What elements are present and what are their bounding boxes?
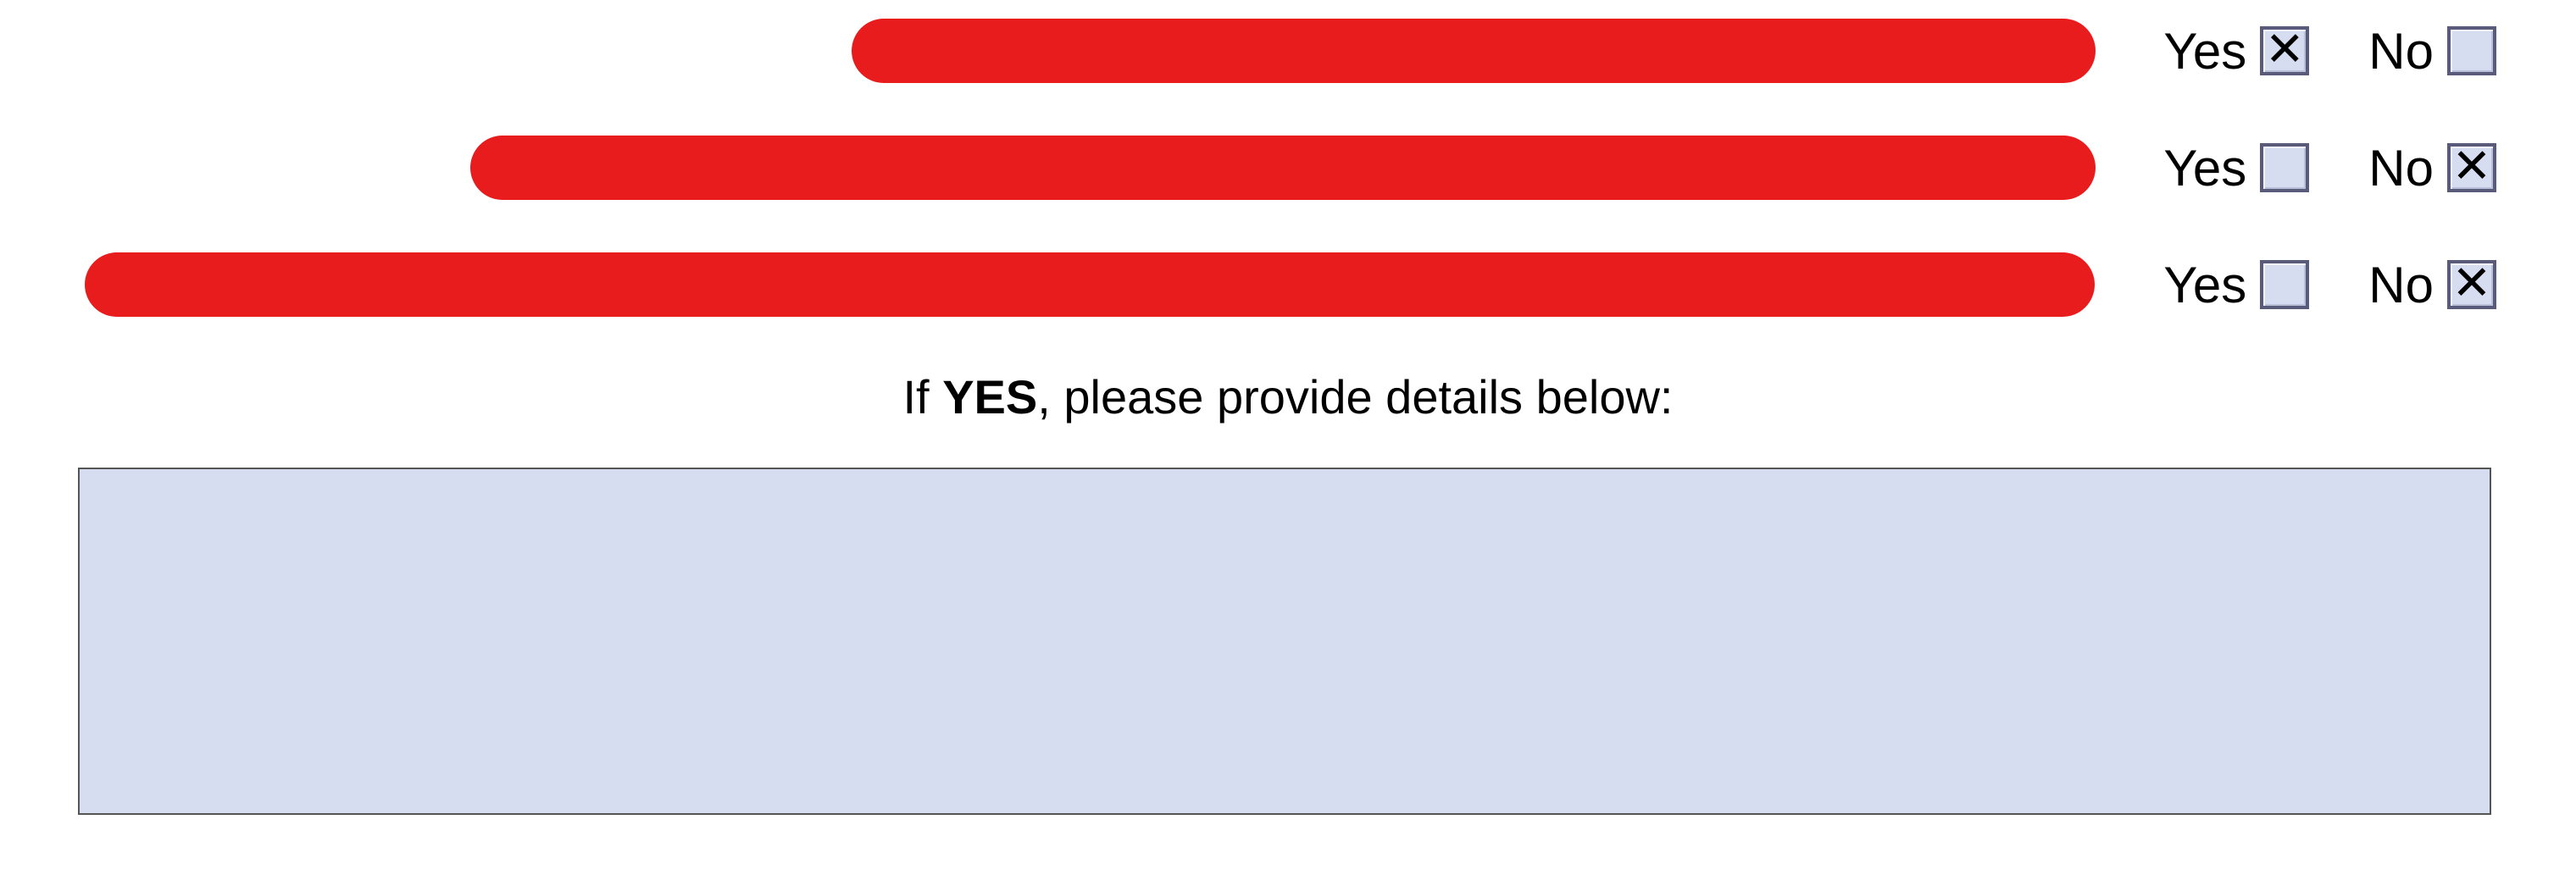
- x-mark-icon: ✕: [2452, 142, 2492, 190]
- yes-label-3: Yes: [2163, 256, 2246, 314]
- answer-group-3: Yes No ✕: [2163, 256, 2496, 314]
- answer-group-2: Yes No ✕: [2163, 139, 2496, 197]
- instruction-text: If YES, please provide details below:: [0, 369, 2576, 424]
- instruction-suffix: , please provide details below:: [1037, 370, 1673, 424]
- redacted-question-3: [85, 252, 2095, 317]
- details-textarea[interactable]: [78, 468, 2491, 815]
- redacted-question-1: [852, 19, 2096, 83]
- yes-label-1: Yes: [2163, 22, 2246, 80]
- no-checkbox-2[interactable]: ✕: [2447, 143, 2496, 192]
- question-row-1: Yes ✕ No: [0, 0, 2576, 110]
- instruction-bold: YES: [942, 370, 1037, 424]
- yes-checkbox-1[interactable]: ✕: [2260, 26, 2309, 75]
- no-checkbox-1[interactable]: [2447, 26, 2496, 75]
- redacted-question-2: [470, 136, 2096, 200]
- question-row-3: Yes No ✕: [0, 225, 2576, 344]
- no-label-2: No: [2368, 139, 2434, 197]
- no-checkbox-3[interactable]: ✕: [2447, 260, 2496, 309]
- instruction-prefix: If: [903, 370, 943, 424]
- x-mark-icon: ✕: [2265, 25, 2305, 73]
- yes-label-2: Yes: [2163, 139, 2246, 197]
- answer-group-1: Yes ✕ No: [2163, 22, 2496, 80]
- no-label-1: No: [2368, 22, 2434, 80]
- question-row-2: Yes No ✕: [0, 108, 2576, 227]
- x-mark-icon: ✕: [2452, 259, 2492, 307]
- yes-checkbox-2[interactable]: [2260, 143, 2309, 192]
- form-page: Yes ✕ No Yes No ✕ Yes: [0, 0, 2576, 886]
- yes-checkbox-3[interactable]: [2260, 260, 2309, 309]
- no-label-3: No: [2368, 256, 2434, 314]
